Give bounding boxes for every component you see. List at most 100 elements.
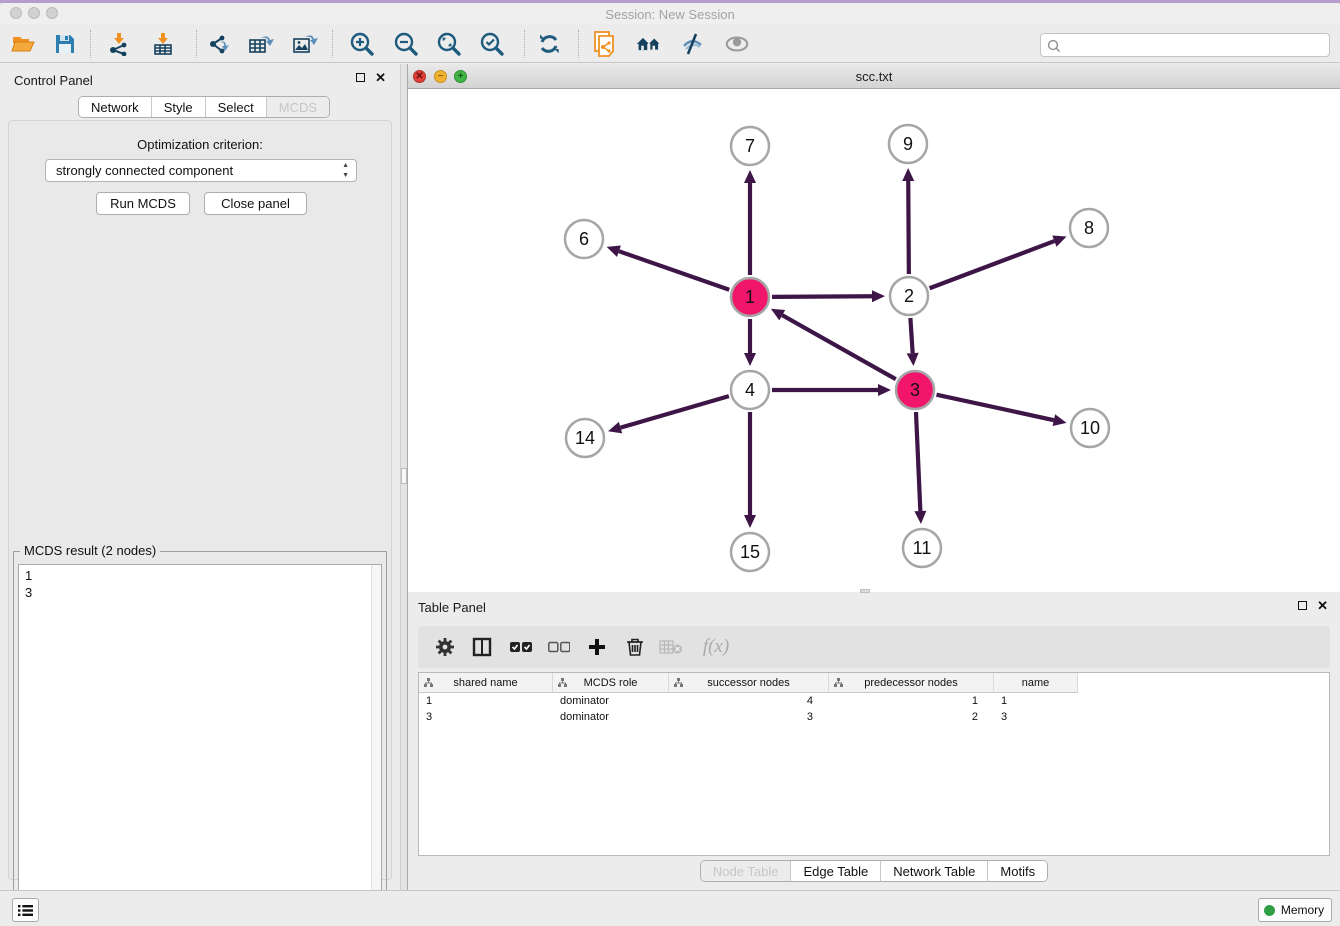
cell-predecessor-nodes[interactable]: 1 <box>829 693 994 709</box>
toolbar-separator <box>578 30 579 58</box>
edge-3-10[interactable] <box>936 395 1053 420</box>
gear-icon[interactable] <box>432 634 458 660</box>
tab-network[interactable]: Network <box>79 97 151 117</box>
show-eye-icon[interactable] <box>724 31 750 57</box>
cell-shared-name[interactable]: 3 <box>419 709 553 725</box>
close-table-panel-icon[interactable]: ✕ <box>1317 601 1328 610</box>
close-panel-icon[interactable]: ✕ <box>375 73 386 82</box>
node-label-4: 4 <box>745 380 755 400</box>
selected-option: strongly connected component <box>56 163 233 178</box>
vertical-splitter[interactable] <box>400 64 408 890</box>
run-mcds-button[interactable]: Run MCDS <box>96 192 190 215</box>
mcds-result-list[interactable]: 13 <box>18 564 382 924</box>
column-header-name[interactable]: name <box>994 673 1078 693</box>
function-builder-icon: f(x) <box>696 634 736 660</box>
table-row[interactable]: 1dominator411 <box>419 693 1078 709</box>
cell-MCDS-role[interactable]: dominator <box>553 693 669 709</box>
network-window-title: scc.txt <box>408 69 1340 84</box>
cell-successor-nodes[interactable]: 3 <box>669 709 829 725</box>
memory-button[interactable]: Memory <box>1258 898 1332 922</box>
show-columns-icon[interactable] <box>469 634 495 660</box>
cell-name[interactable]: 3 <box>994 709 1078 725</box>
column-header-MCDS-role[interactable]: MCDS role <box>553 673 669 693</box>
hide-graphics-icon[interactable] <box>680 31 706 57</box>
tab-mcds[interactable]: MCDS <box>266 97 329 117</box>
toolbar-separator <box>90 30 91 58</box>
home-networks-icon[interactable] <box>636 31 662 57</box>
control-panel-title: Control Panel <box>14 73 93 88</box>
cell-predecessor-nodes[interactable]: 2 <box>829 709 994 725</box>
canvas-bottom-grip[interactable] <box>860 589 870 593</box>
tab-network-table[interactable]: Network Table <box>880 861 987 881</box>
edge-arrowhead <box>744 353 756 366</box>
edge-1-6[interactable] <box>619 251 729 290</box>
cell-successor-nodes[interactable]: 4 <box>669 693 829 709</box>
open-folder-icon[interactable] <box>10 31 36 57</box>
tab-select[interactable]: Select <box>205 97 266 117</box>
optimization-criterion-label: Optimization criterion: <box>9 137 391 152</box>
show-panels-button[interactable] <box>12 898 39 922</box>
select-stepper-icon: ▲▼ <box>342 161 349 181</box>
edge-arrowhead <box>744 515 756 528</box>
cell-shared-name[interactable]: 1 <box>419 693 553 709</box>
cell-name[interactable]: 1 <box>994 693 1078 709</box>
table-panel-title: Table Panel <box>418 600 486 615</box>
edge-2-9[interactable] <box>908 181 909 274</box>
zoom-out-icon[interactable] <box>393 31 419 57</box>
export-table-icon[interactable] <box>248 31 274 57</box>
delete-column-icon[interactable] <box>622 634 648 660</box>
node-label-10: 10 <box>1080 418 1100 438</box>
duplicate-network-icon[interactable] <box>592 31 618 57</box>
tab-node-table[interactable]: Node Table <box>701 861 791 881</box>
column-header-shared-name[interactable]: shared name <box>419 673 553 693</box>
float-panel-icon[interactable] <box>356 73 365 82</box>
tab-style[interactable]: Style <box>151 97 205 117</box>
tab-edge-table[interactable]: Edge Table <box>790 861 880 881</box>
export-network-icon[interactable] <box>206 31 232 57</box>
import-network-icon[interactable] <box>106 31 132 57</box>
close-panel-button[interactable]: Close panel <box>204 192 307 215</box>
node-label-15: 15 <box>740 542 760 562</box>
column-header-predecessor-nodes[interactable]: predecessor nodes <box>829 673 994 693</box>
optimization-criterion-select[interactable]: strongly connected component ▲▼ <box>45 159 357 182</box>
toolbar-separator <box>332 30 333 58</box>
control-panel-tabs: NetworkStyleSelectMCDS <box>78 96 330 118</box>
search-field[interactable] <box>1040 33 1330 57</box>
edge-2-3[interactable] <box>910 318 912 353</box>
edge-2-8[interactable] <box>930 241 1055 288</box>
select-all-icon[interactable] <box>508 634 534 660</box>
network-canvas[interactable]: 7968124314101511 <box>408 89 1340 592</box>
splitter-grip[interactable] <box>401 468 407 484</box>
zoom-fit-icon[interactable] <box>436 31 462 57</box>
cell-MCDS-role[interactable]: dominator <box>553 709 669 725</box>
tab-motifs[interactable]: Motifs <box>987 861 1047 881</box>
save-session-icon[interactable] <box>52 31 78 57</box>
result-scrollbar[interactable] <box>371 565 381 923</box>
add-column-icon[interactable] <box>584 634 610 660</box>
main-toolbar <box>0 24 1340 63</box>
edge-3-11[interactable] <box>916 412 920 511</box>
delete-table-icon-disabled <box>658 634 684 660</box>
table-row[interactable]: 3dominator323 <box>419 709 1078 725</box>
deselect-all-icon[interactable] <box>546 634 572 660</box>
edge-arrowhead <box>872 290 885 302</box>
float-table-panel-icon[interactable] <box>1298 601 1307 610</box>
edge-4-14[interactable] <box>621 396 729 428</box>
toolbar-separator <box>524 30 525 58</box>
edge-3-1[interactable] <box>782 315 896 379</box>
result-line: 1 <box>25 567 381 584</box>
node-table[interactable]: shared nameMCDS rolesuccessor nodesprede… <box>418 672 1330 856</box>
zoom-selected-icon[interactable] <box>479 31 505 57</box>
result-line: 3 <box>25 584 381 601</box>
memory-label: Memory <box>1281 903 1326 917</box>
network-window-titlebar[interactable]: ✕ − + scc.txt <box>408 64 1340 89</box>
search-input[interactable] <box>1065 35 1325 55</box>
apply-layout-icon[interactable] <box>536 31 562 57</box>
column-header-successor-nodes[interactable]: successor nodes <box>669 673 829 693</box>
zoom-in-icon[interactable] <box>349 31 375 57</box>
import-table-icon[interactable] <box>150 31 176 57</box>
export-image-icon[interactable] <box>292 31 318 57</box>
network-graph[interactable]: 7968124314101511 <box>408 89 1340 592</box>
mcds-panel: Optimization criterion: strongly connect… <box>8 120 392 880</box>
edge-1-2[interactable] <box>772 296 872 297</box>
